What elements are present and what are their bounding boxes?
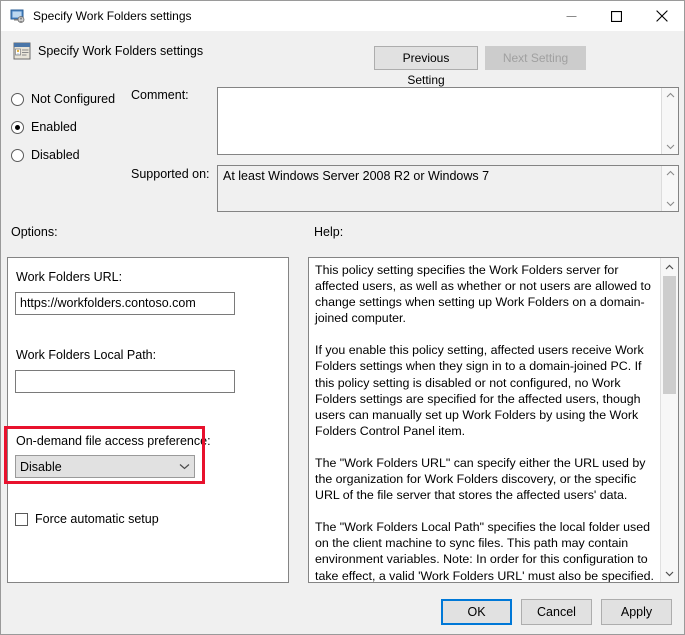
window-controls [549,1,684,31]
work-folders-local-path-label: Work Folders Local Path: [16,348,157,362]
work-folders-local-path-input[interactable] [15,370,235,393]
comment-scrollbar[interactable] [661,88,678,154]
comment-label: Comment: [131,88,189,102]
options-section-label: Options: [11,225,58,239]
apply-button[interactable]: Apply [601,599,672,625]
ondemand-selected-value: Disable [20,459,62,474]
supported-on-value: At least Windows Server 2008 R2 or Windo… [223,169,490,183]
setting-title: Specify Work Folders settings [38,44,204,58]
ok-button[interactable]: OK [441,599,512,625]
radio-indicator [11,120,24,134]
comment-field[interactable] [217,87,679,155]
force-automatic-setup-checkbox[interactable]: Force automatic setup [15,512,159,526]
help-paragraph: If you enable this policy setting, affec… [315,343,644,438]
title-bar: Specify Work Folders settings [1,1,684,31]
next-setting-button: Next Setting [485,46,586,70]
radio-enabled[interactable]: Enabled [11,120,77,134]
radio-disabled[interactable]: Disabled [11,148,80,162]
radio-label: Disabled [31,148,80,162]
scroll-up-icon[interactable] [662,166,678,180]
policy-setting-dialog: Specify Work Folders settings Specify Wo… [0,0,685,635]
supported-on-label: Supported on: [131,167,210,181]
work-folders-url-label: Work Folders URL: [16,270,123,284]
policy-document-icon [12,41,32,61]
help-scrollbar[interactable] [660,258,678,582]
scroll-down-icon[interactable] [662,197,678,211]
help-text: This policy setting specifies the Work F… [309,258,660,582]
scroll-up-icon[interactable] [662,88,678,102]
scroll-up-icon[interactable] [661,258,678,275]
close-icon[interactable] [639,1,684,31]
radio-indicator [11,148,24,162]
supported-on-scrollbar[interactable] [661,166,678,211]
window-title: Specify Work Folders settings [33,9,192,23]
radio-label: Not Configured [31,92,116,106]
cancel-button[interactable]: Cancel [521,599,592,625]
minimize-icon[interactable] [549,1,594,31]
chevron-down-icon [174,463,194,470]
policy-setting-icon [10,8,26,24]
radio-label: Enabled [31,120,77,134]
previous-setting-button[interactable]: Previous Setting [374,46,478,87]
checkbox-label: Force automatic setup [35,512,159,526]
comment-value[interactable] [218,88,661,154]
ondemand-file-access-dropdown[interactable]: Disable [15,455,195,478]
checkbox-indicator [15,512,28,526]
radio-indicator [11,92,24,106]
help-section-label: Help: [314,225,344,239]
ondemand-file-access-label: On-demand file access preference: [16,434,211,448]
radio-not-configured[interactable]: Not Configured [11,92,115,106]
help-paragraph: The "Work Folders Local Path" specifies … [315,520,654,582]
help-panel: This policy setting specifies the Work F… [308,257,679,583]
work-folders-url-input[interactable]: https://workfolders.contoso.com [15,292,235,315]
help-paragraph: The "Work Folders URL" can specify eithe… [315,455,646,503]
scroll-down-icon[interactable] [661,565,678,582]
scroll-down-icon[interactable] [662,140,678,154]
help-paragraph: This policy setting specifies the Work F… [315,263,651,326]
options-panel: Work Folders URL: https://workfolders.co… [7,257,289,583]
supported-on-field: At least Windows Server 2008 R2 or Windo… [217,165,679,212]
maximize-icon[interactable] [594,1,639,31]
scrollbar-thumb[interactable] [663,276,676,394]
